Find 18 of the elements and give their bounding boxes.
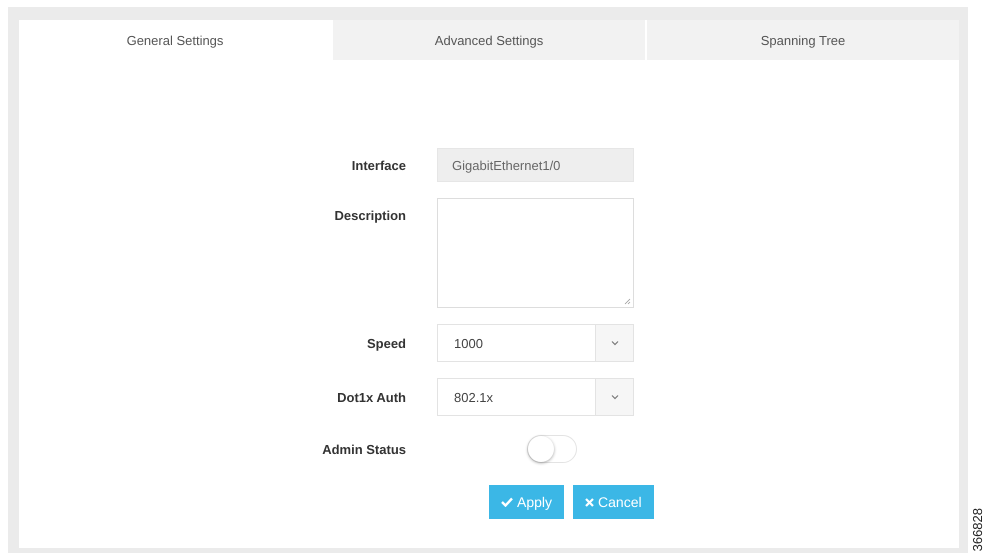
close-icon [585,498,594,506]
description-field[interactable] [437,198,634,308]
field-label: Interface [350,158,406,172]
caret-icon [610,340,618,346]
figure-number: 366828 [970,508,985,551]
field-label: Description [333,207,406,223]
select-field[interactable]: 802.1x [437,378,634,416]
resize-grip-icon[interactable] [623,297,631,305]
check-icon [501,497,513,507]
field-label: Dot1x Auth [336,390,406,404]
field-label: Speed [366,336,406,350]
tab[interactable]: Spanning Tree [647,20,959,60]
interface-field[interactable]: GigabitEthernet1/0 [437,148,634,182]
field-label: Admin Status [321,442,406,456]
caret-icon [610,394,618,400]
tab[interactable]: Advanced Settings [333,20,645,60]
toggle-switch[interactable] [527,435,577,463]
select-field[interactable]: 1000 [437,324,634,362]
